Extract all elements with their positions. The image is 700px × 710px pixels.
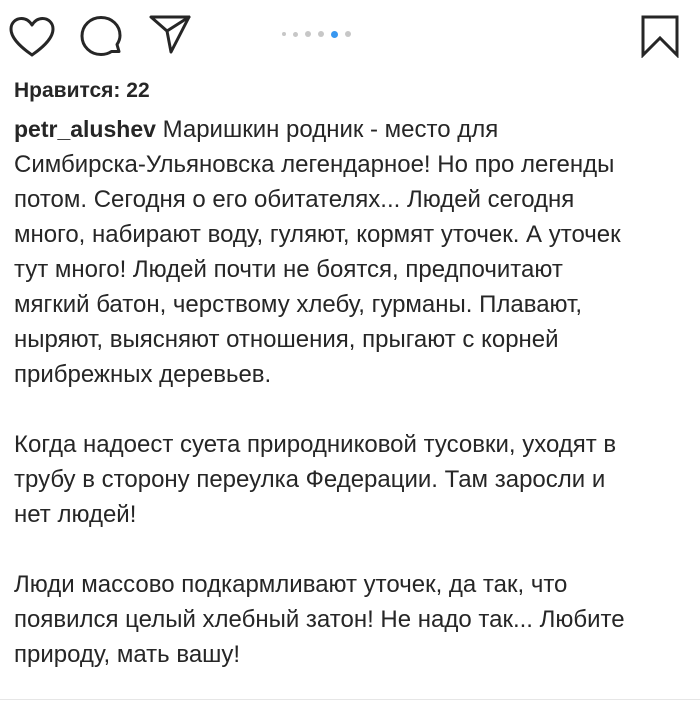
caption-line: много, набирают воду, гуляют, кормят уто… [14,221,621,248]
caption-paragraph-3: Люди массово подкармливают уточек, да та… [14,567,694,672]
caption-paragraph-2: Когда надоест суета природниковой тусовк… [14,427,694,532]
caption-line: нет людей! [14,501,137,528]
save-bookmark-icon[interactable] [639,14,681,58]
carousel-dot [345,31,351,37]
carousel-dot-active [331,30,338,38]
caption-line: прибрежных деревьев. [14,361,272,388]
carousel-dot [282,32,286,36]
caption-line: появился целый хлебный затон! Не надо та… [14,606,625,633]
share-plane-icon[interactable] [148,13,192,55]
carousel-dot [318,31,324,37]
caption-line: мягкий батон, черствому хлебу, гурманы. … [14,291,583,318]
like-heart-icon[interactable] [8,16,56,58]
carousel-indicator [282,29,358,39]
caption-first-line: Маришкин родник - место для [162,116,499,143]
caption-paragraph-1: petr_alushev Маришкин родник - место для… [14,112,694,392]
caption-line: Когда надоест суета природниковой тусовк… [14,431,617,458]
post-action-bar [0,0,700,70]
caption-line: Симбирска-Ульяновска легендарное! Но про… [14,151,615,178]
post-caption: petr_alushev Маришкин родник - место для… [14,112,694,672]
caption-line: тут много! Людей почти не боятся, предпо… [14,256,563,283]
caption-line: ныряют, выясняют отношения, прыгают с ко… [14,326,559,353]
caption-line: потом. Сегодня о его обитателях... Людей… [14,186,575,213]
caption-line: Люди массово подкармливают уточек, да та… [14,571,568,598]
carousel-dot [305,31,311,37]
carousel-dot [293,31,298,37]
post-username[interactable]: petr_alushev [14,116,156,142]
caption-line: природу, мать вашу! [14,641,241,668]
likes-count[interactable]: Нравится: 22 [14,76,150,106]
comment-bubble-icon[interactable] [78,15,124,59]
bottom-divider [0,699,700,700]
caption-line: трубу в сторону переулка Федерации. Там … [14,466,606,493]
